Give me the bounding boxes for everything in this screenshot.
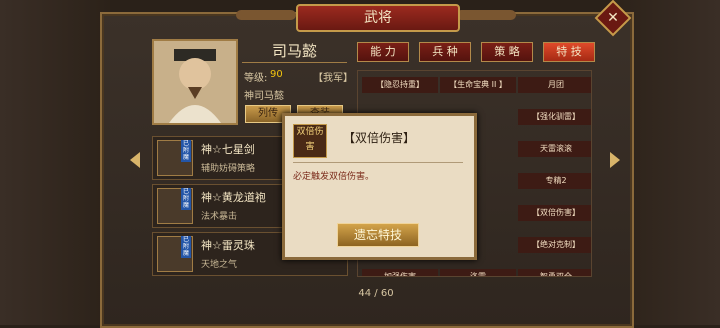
page-counter: 44 / 60 — [358, 288, 394, 299]
skill-cell[interactable]: 【强化驯雷】 — [518, 109, 591, 125]
hero-portrait-icon — [154, 41, 236, 123]
skill-cell[interactable]: 【隐忍持重】 — [362, 77, 438, 93]
equipment-name: 神☆雷灵珠 — [201, 239, 255, 252]
tab-troops[interactable]: 兵 种 — [419, 42, 471, 62]
hero-portrait[interactable] — [152, 39, 238, 125]
popup-divider — [293, 162, 463, 163]
popup-title: 【双倍伤害】 — [343, 131, 416, 145]
previous-hero-arrow[interactable] — [130, 152, 140, 168]
faction-label: 【我军】 — [313, 73, 353, 84]
equipment-desc: 天地之气 — [201, 260, 238, 270]
equipment-desc: 法术暴击 — [201, 212, 238, 222]
background-left — [0, 0, 110, 325]
skill-cell[interactable]: 天雷滚滚 — [518, 141, 591, 157]
equipped-badge: 已附魔 — [181, 236, 191, 258]
window-title: 武将 — [296, 4, 460, 32]
skill-cell[interactable]: 月团 — [518, 77, 591, 93]
tab-strategy[interactable]: 策 略 — [481, 42, 533, 62]
close-icon: ✕ — [607, 10, 619, 26]
equipped-badge: 已附魔 — [181, 140, 191, 162]
skill-cell[interactable]: 洛雷 — [440, 269, 516, 276]
skill-detail-popup: 双倍伤害 【双倍伤害】 必定触发双倍伤害。 遗忘特技 — [282, 113, 477, 260]
title-ornament-right — [456, 10, 516, 20]
title-ornament-left — [236, 10, 296, 20]
equipment-name: 神☆七星剑 — [201, 143, 255, 156]
equipment-name: 神☆黄龙道袍 — [201, 191, 266, 204]
hero-name: 司马懿 — [242, 40, 347, 63]
popup-description: 必定触发双倍伤害。 — [293, 172, 375, 182]
skill-cell[interactable]: 加强伤害 — [362, 269, 438, 276]
equipped-badge: 已附魔 — [181, 188, 191, 210]
hero-alias: 神司马懿 — [244, 91, 284, 102]
skill-badge-icon: 双倍伤害 — [293, 124, 327, 158]
equipment-desc: 辅助妨碍策略 — [201, 164, 256, 174]
level-label: 等级: — [244, 73, 268, 84]
skill-cell[interactable]: 【双倍伤害】 — [518, 205, 591, 221]
skill-cell[interactable]: 智勇双全 — [518, 269, 591, 276]
forget-skill-button[interactable]: 遗忘特技 — [337, 223, 419, 247]
tab-skills[interactable]: 特 技 — [543, 42, 595, 62]
skill-cell[interactable]: 专精2 — [518, 173, 591, 189]
skill-cell[interactable]: 【生命宝典 II 】 — [440, 77, 516, 93]
tab-ability[interactable]: 能 力 — [357, 42, 409, 62]
skill-cell[interactable]: 【绝对克制】 — [518, 237, 591, 253]
next-hero-arrow[interactable] — [610, 152, 620, 168]
level-value: 90 — [270, 69, 283, 80]
